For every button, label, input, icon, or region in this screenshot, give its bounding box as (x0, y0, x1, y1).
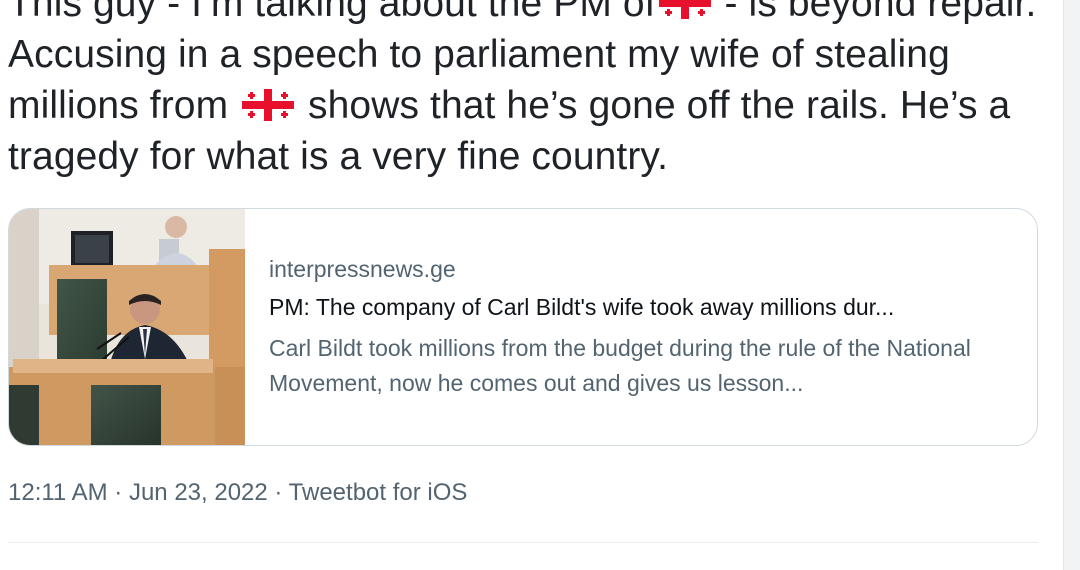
link-preview-thumbnail[interactable] (9, 209, 245, 445)
meta-separator: · (107, 479, 129, 506)
link-domain: interpressnews.ge (269, 256, 456, 282)
tweet-text-part-1: This guy - I’m talking about the PM of (8, 0, 656, 25)
georgia-flag-icon (658, 0, 711, 19)
link-description: Carl Bildt took millions from the budget… (269, 335, 971, 396)
scrollbar[interactable] (1063, 0, 1080, 570)
link-preview-text[interactable]: interpressnews.ge PM: The company of Car… (269, 253, 1019, 401)
georgia-flag-icon (242, 83, 295, 121)
tweet-detail: This guy - I’m talking about the PM of -… (0, 0, 1080, 570)
tweet-time[interactable]: 12:11 AM (8, 479, 108, 506)
link-preview-card[interactable]: interpressnews.ge PM: The company of Car… (8, 208, 1038, 446)
parliament-speaker-image (9, 209, 245, 445)
tweet-source: Tweetbot for iOS (288, 479, 468, 506)
meta-separator: · (267, 479, 289, 506)
tweet-date[interactable]: Jun 23, 2022 (129, 479, 268, 506)
tweet-text: This guy - I’m talking about the PM of -… (8, 0, 1048, 182)
divider (8, 542, 1038, 543)
tweet-metadata: 12:11 AM · Jun 23, 2022 · Tweetbot for i… (8, 476, 467, 510)
link-title: PM: The company of Carl Bildt's wife too… (269, 294, 895, 320)
